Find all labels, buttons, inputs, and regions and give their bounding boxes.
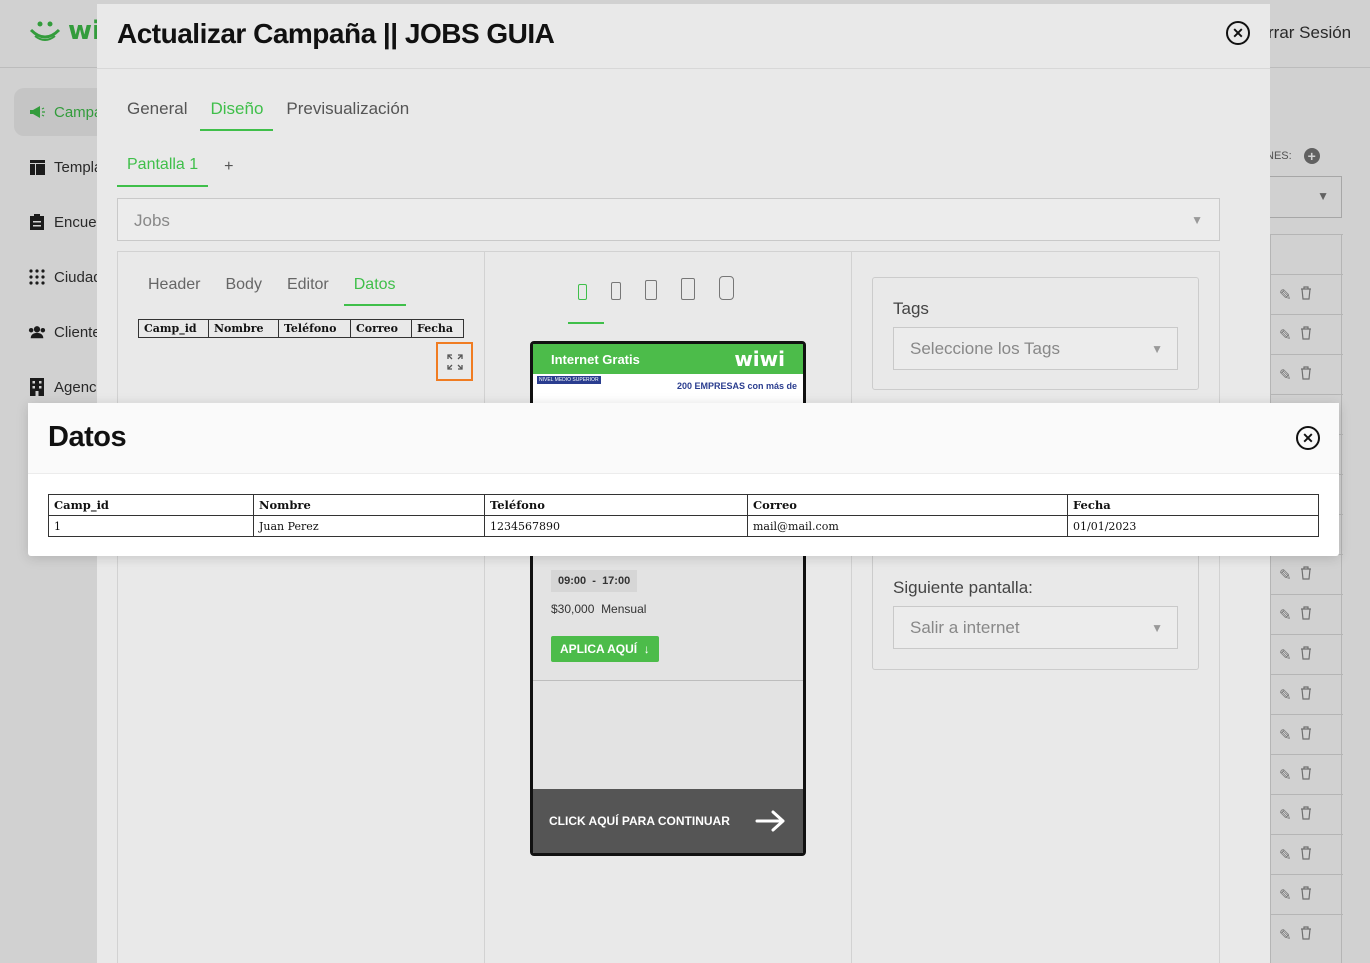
close-icon[interactable]: ✕ — [1226, 21, 1250, 45]
apply-label: APLICA AQUÍ — [560, 642, 638, 656]
template-select-value: Jobs — [134, 211, 170, 230]
table-cell: 1234567890 — [484, 515, 748, 537]
tab-diseno[interactable]: Diseño — [200, 99, 274, 131]
preview-header-text: Internet Gratis — [551, 351, 640, 367]
salary-period: Mensual — [601, 602, 647, 616]
table-cell: mail@mail.com — [747, 515, 1068, 537]
datos-modal-title: Datos — [48, 421, 127, 453]
subtab-editor[interactable]: Editor — [277, 276, 339, 306]
expand-table-button[interactable] — [436, 342, 473, 381]
device-tablet-icon[interactable] — [681, 278, 695, 300]
next-screen-select[interactable]: Salir a internet ▼ — [893, 606, 1178, 649]
next-screen-section: Siguiente pantalla: Salir a internet ▼ — [872, 552, 1199, 670]
column-header-fecha: Fecha — [1067, 494, 1319, 516]
banner-tag: NIVEL MEDIO SUPERIOR — [537, 376, 601, 384]
tab-pantalla-1[interactable]: Pantalla 1 — [117, 156, 209, 187]
column-header-camp-id: Camp_id — [48, 494, 254, 516]
column-header: Correo — [350, 319, 412, 338]
column-divider — [484, 252, 485, 963]
data-preview-table: Camp_id Nombre Teléfono Correo Fecha — [138, 319, 464, 338]
tab-previsualizacion[interactable]: Previsualización — [276, 99, 419, 131]
subtab-datos[interactable]: Datos — [343, 276, 406, 306]
table-cell: 1 — [48, 515, 254, 537]
preview-header: Internet Gratis wiwi — [533, 344, 803, 374]
device-selected-indicator — [568, 322, 604, 324]
schedule-end: 17:00 — [602, 575, 631, 587]
column-header: Nombre — [208, 319, 279, 338]
tags-label: Tags — [893, 299, 929, 318]
datos-table: Camp_id Nombre Teléfono Correo Fecha 1 J… — [48, 494, 1319, 537]
tab-general[interactable]: General — [117, 99, 197, 131]
subtab-body[interactable]: Body — [215, 276, 271, 306]
continue-button[interactable]: CLICK AQUÍ PARA CONTINUAR — [533, 789, 803, 853]
chevron-down-icon: ▼ — [1191, 213, 1203, 227]
subtab-header[interactable]: Header — [138, 276, 210, 306]
arrow-down-icon: ↓ — [640, 642, 650, 656]
screen-tabs: Pantalla 1 + — [117, 156, 234, 187]
preview-salary: $30,000 Mensual — [551, 602, 646, 616]
table-cell: Juan Perez — [253, 515, 485, 537]
column-header: Fecha — [411, 319, 464, 338]
banner-text: 200 EMPRESAS con más de — [676, 381, 797, 391]
expand-icon — [446, 353, 463, 370]
column-divider — [851, 252, 852, 963]
datos-modal: Datos ✕ Camp_id Nombre Teléfono Correo F… — [28, 403, 1339, 556]
campaign-modal-header: Actualizar Campaña || JOBS GUIA ✕ — [97, 4, 1270, 69]
column-header: Camp_id — [138, 319, 209, 338]
table-cell: 01/01/2023 — [1067, 515, 1319, 537]
chevron-down-icon: ▼ — [1151, 621, 1163, 635]
salary-amount: $30,000 — [551, 602, 595, 616]
table-header-row: Camp_id Nombre Teléfono Correo Fecha — [48, 494, 1319, 516]
preview-divider — [533, 680, 803, 681]
next-screen-value: Salir a internet — [910, 618, 1020, 637]
close-icon[interactable]: ✕ — [1296, 426, 1320, 450]
device-phone-icon[interactable] — [611, 282, 621, 300]
column-header-telefono: Teléfono — [484, 494, 748, 516]
design-subtabs: Header Body Editor Datos — [138, 276, 411, 306]
campaign-modal-title: Actualizar Campaña || JOBS GUIA — [117, 18, 555, 49]
next-screen-label: Siguiente pantalla: — [893, 578, 1033, 597]
schedule-separator: - — [592, 575, 596, 587]
device-large-tablet-icon[interactable] — [719, 276, 734, 300]
column-header: Teléfono — [278, 319, 351, 338]
table-row: 1 Juan Perez 1234567890 mail@mail.com 01… — [48, 515, 1319, 537]
column-header-nombre: Nombre — [253, 494, 485, 516]
device-selector — [578, 276, 734, 300]
preview-banner: NIVEL MEDIO SUPERIOR 200 EMPRESAS con má… — [533, 374, 803, 404]
device-small-phone-icon[interactable] — [578, 284, 587, 300]
template-select[interactable]: Jobs ▼ — [117, 198, 1220, 241]
chevron-down-icon: ▼ — [1151, 342, 1163, 356]
apply-button[interactable]: APLICA AQUÍ ↓ — [551, 636, 659, 662]
datos-modal-header: Datos ✕ — [28, 403, 1339, 474]
design-workspace: Header Body Editor Datos Camp_id Nombre … — [117, 251, 1220, 963]
column-header-correo: Correo — [747, 494, 1068, 516]
tags-select[interactable]: Seleccione los Tags ▼ — [893, 327, 1178, 370]
arrow-right-icon — [755, 810, 785, 832]
device-large-phone-icon[interactable] — [645, 280, 657, 300]
tags-placeholder: Seleccione los Tags — [910, 339, 1060, 358]
preview-schedule: 09:00 - 17:00 — [551, 570, 638, 592]
add-screen-button[interactable]: + — [224, 158, 233, 176]
campaign-tabs: General Diseño Previsualización — [117, 99, 422, 131]
continue-label: CLICK AQUÍ PARA CONTINUAR — [549, 814, 730, 828]
tags-section: Tags Seleccione los Tags ▼ — [872, 277, 1199, 390]
preview-brand: wiwi — [734, 347, 785, 371]
schedule-start: 09:00 — [558, 575, 587, 587]
